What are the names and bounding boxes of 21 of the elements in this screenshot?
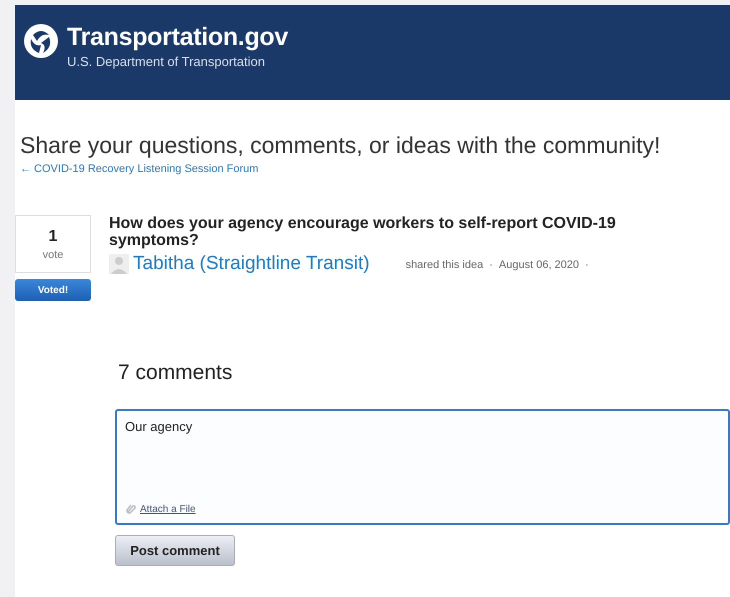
post-comment-button[interactable]: Post comment bbox=[115, 535, 235, 566]
idea-title: How does your agency encourage workers to self-report COVID-19 symptoms? bbox=[109, 215, 617, 249]
back-link[interactable]: ← COVID-19 Recovery Listening Session Forum bbox=[20, 163, 258, 175]
separator: · bbox=[585, 259, 589, 271]
site-title[interactable]: Transportation.gov bbox=[67, 23, 288, 52]
page-heading: Share your questions, comments, or ideas with the community! bbox=[20, 132, 662, 159]
comment-field[interactable]: Our agency Attach a File bbox=[115, 409, 730, 525]
attach-file-link[interactable]: Attach a File bbox=[140, 504, 196, 514]
vote-count: 1 bbox=[48, 228, 58, 246]
author-link[interactable]: Tabitha (Straightline Transit) bbox=[133, 253, 370, 275]
shared-label: shared this idea bbox=[406, 259, 484, 271]
idea-date: August 06, 2020 bbox=[498, 259, 580, 271]
comment-count: 7 comments bbox=[118, 361, 234, 385]
paperclip-icon bbox=[125, 503, 137, 515]
site-subtitle: U.S. Department of Transportation bbox=[67, 54, 266, 69]
vote-label: vote bbox=[42, 248, 64, 260]
vote-button[interactable]: Voted! bbox=[15, 279, 91, 301]
logo-icon bbox=[23, 23, 59, 59]
comment-text: Our agency bbox=[125, 419, 194, 434]
separator: · bbox=[489, 259, 493, 271]
avatar-icon bbox=[109, 254, 129, 274]
